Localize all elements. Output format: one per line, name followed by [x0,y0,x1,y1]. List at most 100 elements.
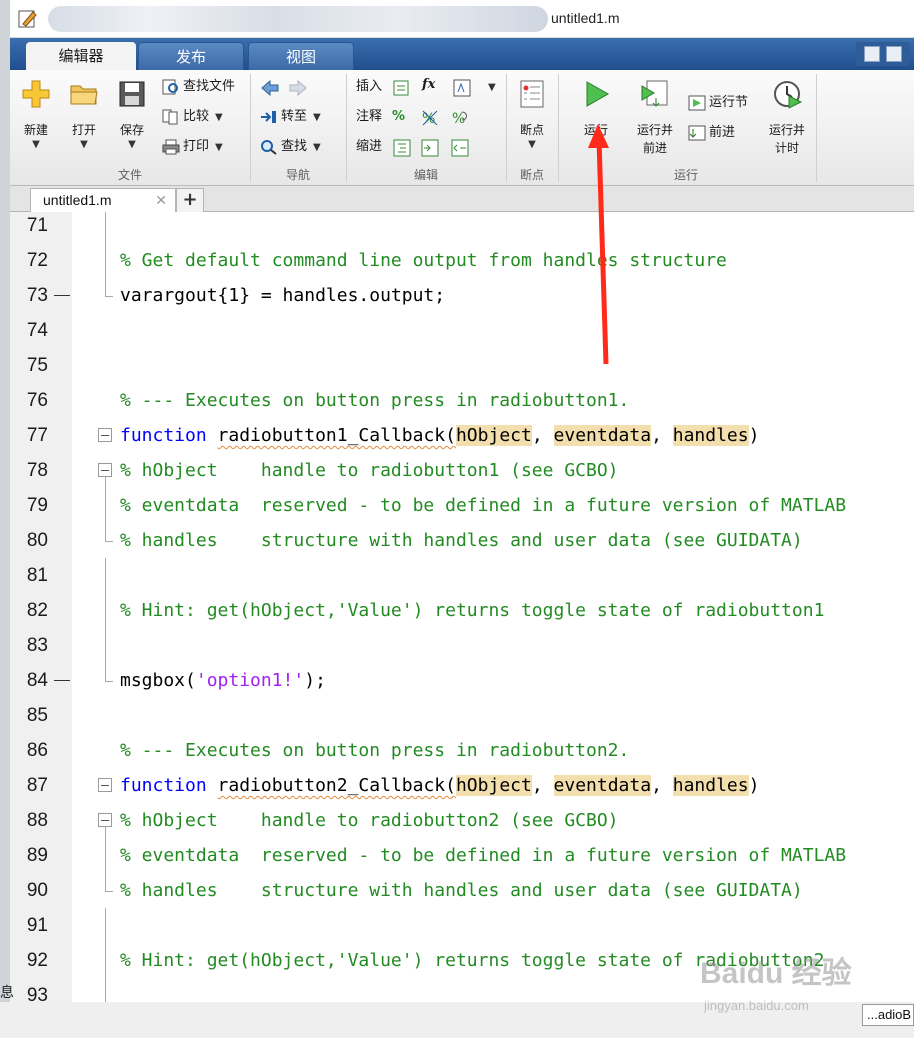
smart-indent-icon[interactable] [392,138,412,158]
comment-percent-icon[interactable]: % [392,106,405,128]
new-dropdown-icon[interactable]: ▼ [16,139,56,151]
find-button[interactable]: 查找 ▼ [260,136,321,158]
code-line[interactable]: 82 % Hint: get(hObject,'Value') returns t… [10,593,914,628]
tab-publish[interactable]: 发布 [138,42,244,70]
code-line[interactable]: 77 function radiobutton1_Callback(hObject… [10,418,914,453]
code-line[interactable]: 79 % eventdata reserved - to be defined i… [10,488,914,523]
print-dropdown-icon[interactable]: ▼ [215,142,223,153]
code-text[interactable]: % --- Executes on button press in radiob… [120,733,629,768]
line-number[interactable]: 90 [10,873,48,908]
code-line[interactable]: 75 [10,348,914,383]
line-number[interactable]: 76 [10,383,48,418]
tab-editor[interactable]: 编辑器 [26,42,136,70]
line-number[interactable]: 84 [10,663,48,698]
fold-toggle-icon[interactable] [98,428,112,442]
code-line[interactable]: 85 [10,698,914,733]
goto-dropdown-icon[interactable]: ▼ [313,112,321,123]
code-text[interactable]: msgbox('option1!'); [120,663,326,698]
run-and-advance-button[interactable]: 运行并 前进 [628,78,682,157]
line-number[interactable]: 82 [10,593,48,628]
run-button[interactable]: 运行 [576,78,616,139]
code-line[interactable]: 91 [10,908,914,943]
back-arrow-icon[interactable] [260,78,280,98]
line-number[interactable]: 83 [10,628,48,663]
fold-toggle-icon[interactable] [98,813,112,827]
line-number[interactable]: 73 [10,278,48,313]
print-button[interactable]: 打印 ▼ [162,136,223,158]
code-line[interactable]: 88 % hObject handle to radiobutton2 (see … [10,803,914,838]
breakpoints-dropdown-icon[interactable]: ▼ [512,139,552,151]
code-line[interactable]: 90 % handles structure with handles and u… [10,873,914,908]
code-text[interactable]: varargout{1} = handles.output; [120,278,445,313]
line-number[interactable]: 92 [10,943,48,978]
insert-dropdown-icon[interactable]: ▼ [488,82,496,93]
code-line[interactable]: 74 [10,313,914,348]
forward-arrow-icon[interactable] [288,78,308,98]
uncomment-icon[interactable]: % [420,108,440,128]
line-number[interactable]: 89 [10,838,48,873]
code-line[interactable]: 89 % eventdata reserved - to be defined i… [10,838,914,873]
run-and-time-button[interactable]: 运行并 计时 [762,78,812,157]
code-line[interactable]: 83 [10,628,914,663]
code-line[interactable]: 76 % --- Executes on button press in radi… [10,383,914,418]
line-number[interactable]: 72 [10,243,48,278]
comment-button[interactable]: 注释 [356,106,382,128]
line-number[interactable]: 86 [10,733,48,768]
code-line[interactable]: 81 [10,558,914,593]
code-line[interactable]: 72 % Get default command line output from… [10,243,914,278]
code-line[interactable]: 71 [10,212,914,243]
code-line[interactable]: 84 msgbox('option1!'); [10,663,914,698]
code-text[interactable]: % Hint: get(hObject,'Value') returns tog… [120,593,824,628]
code-text[interactable]: function radiobutton2_Callback(hObject, … [120,768,759,803]
file-tab-untitled1[interactable]: untitled1.m ✕ [30,188,176,212]
indent-button[interactable]: 缩进 [356,136,382,158]
save-button[interactable]: 保存 ▼ [112,78,152,151]
code-line[interactable]: 73 varargout{1} = handles.output; [10,278,914,313]
line-number[interactable]: 74 [10,313,48,348]
window-icon[interactable] [886,46,902,62]
code-line[interactable]: 78 % hObject handle to radiobutton1 (see … [10,453,914,488]
code-text[interactable]: % handles structure with handles and use… [120,523,803,558]
open-dropdown-icon[interactable]: ▼ [64,139,104,151]
save-dropdown-icon[interactable]: ▼ [112,139,152,151]
insert-button[interactable]: 插入 [356,76,382,98]
new-tab-button[interactable]: + [176,188,204,212]
code-line[interactable]: 80 % handles structure with handles and u… [10,523,914,558]
line-number[interactable]: 85 [10,698,48,733]
advance-button[interactable]: 前进 [688,122,735,144]
line-number[interactable]: 87 [10,768,48,803]
compare-button[interactable]: 比较 ▼ [162,106,223,128]
insert-function-icon[interactable] [452,78,472,98]
find-files-button[interactable]: 查找文件 [162,76,235,98]
line-number[interactable]: 75 [10,348,48,383]
new-button[interactable]: 新建 ▼ [16,78,56,151]
code-text[interactable]: function radiobutton1_Callback(hObject, … [120,418,759,453]
close-tab-icon[interactable]: ✕ [155,189,167,211]
code-line[interactable]: 86 % --- Executes on button press in radi… [10,733,914,768]
code-text[interactable]: % handles structure with handles and use… [120,873,803,908]
code-text[interactable]: % Get default command line output from h… [120,243,727,278]
code-text[interactable]: % hObject handle to radiobutton2 (see GC… [120,803,619,838]
line-number[interactable]: 79 [10,488,48,523]
fold-toggle-icon[interactable] [98,778,112,792]
code-text[interactable]: % eventdata reserved - to be defined in … [120,838,846,873]
line-number[interactable]: 71 [10,212,48,243]
line-number[interactable]: 93 [10,978,48,1002]
fx-button[interactable]: fx [422,74,435,96]
code-editor[interactable]: 71 72 % Get default command line output fr… [10,212,914,1002]
open-button[interactable]: 打开 ▼ [64,78,104,151]
line-number[interactable]: 81 [10,558,48,593]
breakpoints-button[interactable]: 断点 ▼ [512,78,552,151]
line-number[interactable]: 77 [10,418,48,453]
goto-button[interactable]: 转至 ▼ [260,106,321,128]
line-number[interactable]: 88 [10,803,48,838]
code-text[interactable]: % hObject handle to radiobutton1 (see GC… [120,453,619,488]
wrap-comments-icon[interactable]: % [450,108,470,128]
line-number[interactable]: 80 [10,523,48,558]
run-section-button[interactable]: 运行节 [688,92,748,114]
code-line[interactable]: 87 function radiobutton2_Callback(hObject… [10,768,914,803]
tab-view[interactable]: 视图 [248,42,354,70]
code-text[interactable]: % --- Executes on button press in radiob… [120,383,629,418]
decrease-indent-icon[interactable] [450,138,470,158]
line-number[interactable]: 78 [10,453,48,488]
